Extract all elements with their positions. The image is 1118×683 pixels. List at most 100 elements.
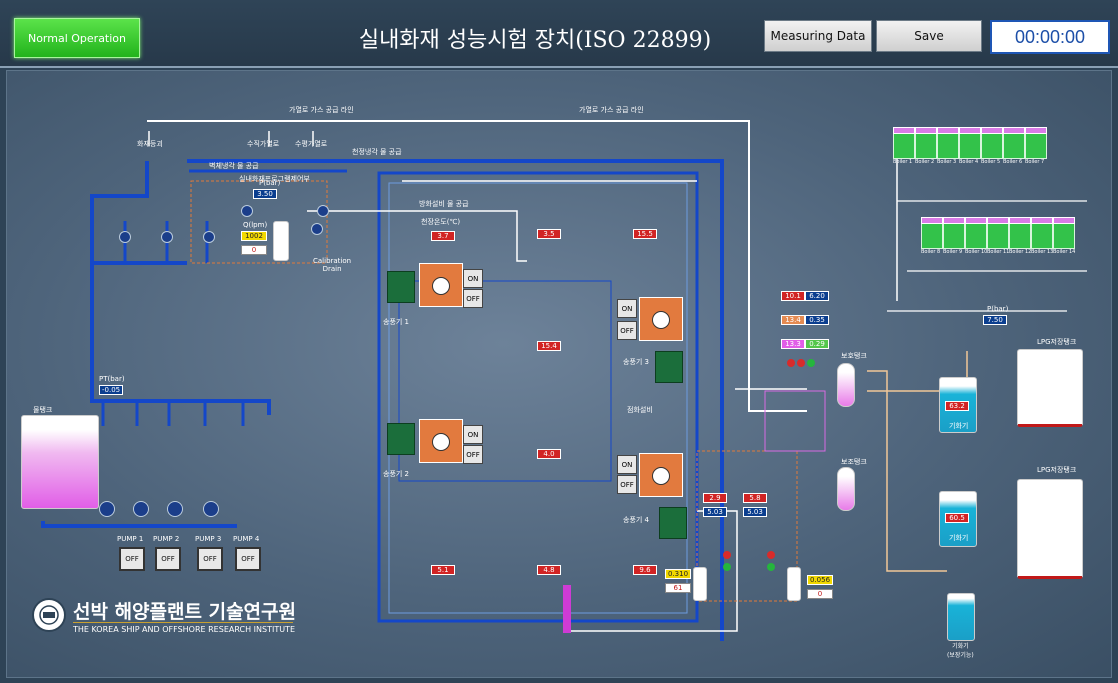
fan-4-icon bbox=[659, 507, 687, 539]
boiler-icon[interactable] bbox=[959, 127, 981, 159]
gas-pressure-2: 0.35 bbox=[805, 315, 829, 325]
boiler-icon[interactable] bbox=[1003, 127, 1025, 159]
gas-valve-red-1[interactable] bbox=[723, 551, 731, 559]
pump-4-toggle[interactable]: OFF bbox=[235, 547, 261, 571]
boiler-icon[interactable] bbox=[915, 127, 937, 159]
fan-3-off-button[interactable]: OFF bbox=[617, 321, 637, 340]
ev-valve-3[interactable] bbox=[317, 205, 329, 217]
fan-4-dial[interactable] bbox=[652, 467, 670, 485]
institute-name-en: THE KOREA SHIP AND OFFSHORE RESEARCH INS… bbox=[73, 625, 295, 634]
boiler-icon[interactable] bbox=[943, 217, 965, 249]
fan-3-dial[interactable] bbox=[652, 311, 670, 329]
gas-pressure-1: 6.20 bbox=[805, 291, 829, 301]
fan-3-icon bbox=[655, 351, 683, 383]
aux-tank-label: 보조탱크 bbox=[841, 458, 867, 466]
boiler-icon[interactable] bbox=[1025, 127, 1047, 159]
gas-valve-red-3[interactable] bbox=[787, 359, 795, 367]
institute-seal-logo bbox=[32, 598, 66, 632]
vaporizer-1-temp: 63.2 bbox=[945, 401, 969, 411]
ev-valve-1[interactable] bbox=[119, 231, 131, 243]
pump-1-toggle[interactable]: OFF bbox=[119, 547, 145, 571]
calibration-tank bbox=[273, 221, 289, 261]
elapsed-clock: 00:00:00 bbox=[990, 20, 1110, 54]
fan-1-icon bbox=[387, 271, 415, 303]
pump-3-toggle[interactable]: OFF bbox=[197, 547, 223, 571]
gas-valve-green-3[interactable] bbox=[807, 359, 815, 367]
vertical-furnace-label: 수직가열로 bbox=[247, 140, 280, 148]
temp-3-value: 15.5 bbox=[633, 229, 657, 239]
boiler-icon[interactable] bbox=[1031, 217, 1053, 249]
fan-4-on-button[interactable]: ON bbox=[617, 455, 637, 474]
temp-1-value: 3.7 bbox=[431, 231, 455, 241]
gas-valve-green-1[interactable] bbox=[723, 563, 731, 571]
boiler-icon[interactable] bbox=[921, 217, 943, 249]
fan-1-control-panel bbox=[419, 263, 463, 307]
boiler-icon[interactable] bbox=[1009, 217, 1031, 249]
aux-tank bbox=[837, 467, 855, 511]
boiler-icon[interactable] bbox=[987, 217, 1009, 249]
fan-2-control-panel bbox=[419, 419, 463, 463]
flow-right-tank bbox=[787, 567, 801, 601]
fan-2-on-button[interactable]: ON bbox=[463, 425, 483, 444]
flow-left-temp: 2.9 bbox=[703, 493, 727, 503]
fan-3-on-button[interactable]: ON bbox=[617, 299, 637, 318]
boiler-cap bbox=[1053, 217, 1075, 224]
temp-1-label: 천장온도(℃) bbox=[421, 218, 461, 226]
fan-2-off-button[interactable]: OFF bbox=[463, 445, 483, 464]
fan-1-on-button[interactable]: ON bbox=[463, 269, 483, 288]
ov-valve[interactable] bbox=[203, 231, 215, 243]
ev-valve-2[interactable] bbox=[161, 231, 173, 243]
fv-valve[interactable] bbox=[311, 223, 323, 235]
lpg-tank-2-label: LPG저장탱크 bbox=[1037, 466, 1077, 474]
boiler-label: Boiler 3 bbox=[937, 159, 957, 165]
boiler-label: Boiler 9 bbox=[943, 249, 963, 255]
save-button[interactable]: Save bbox=[876, 20, 982, 52]
ignition-label: 점화설비 bbox=[627, 406, 653, 414]
boiler-cap bbox=[893, 127, 915, 134]
pump-2-motor bbox=[133, 501, 149, 517]
p-bar-label: P(bar) bbox=[259, 179, 281, 187]
fan-4-off-button[interactable]: OFF bbox=[617, 475, 637, 494]
temp-2-value: 3.5 bbox=[537, 229, 561, 239]
calibration-drain-label: Calibration Drain bbox=[313, 257, 352, 273]
boiler-cap bbox=[981, 127, 1003, 134]
fan-2-label: 송풍기 2 bbox=[383, 470, 409, 478]
sv-valve-1[interactable] bbox=[241, 205, 253, 217]
boiler-icon[interactable] bbox=[981, 127, 1003, 159]
flow-left-pressure: 5.03 bbox=[703, 507, 727, 517]
gas-valve-red-4[interactable] bbox=[797, 359, 805, 367]
boiler-icon[interactable] bbox=[965, 217, 987, 249]
fan-2-dial[interactable] bbox=[432, 433, 450, 451]
pump-1-motor bbox=[99, 501, 115, 517]
protection-tank-label: 보호탱크 bbox=[841, 352, 867, 360]
fan-1-label: 송풍기 1 bbox=[383, 318, 409, 326]
gas-pressure-3: 0.29 bbox=[805, 339, 829, 349]
q-label: Q(lpm) bbox=[243, 221, 268, 229]
fan-1-dial[interactable] bbox=[432, 277, 450, 295]
gas-line-label-2: 가열로 가스 공급 라인 bbox=[579, 106, 644, 114]
pump-1-label: PUMP 1 bbox=[117, 535, 144, 543]
gas-line-label-1: 가열로 가스 공급 라인 bbox=[289, 106, 354, 114]
vaporizer-1-label: 기화기 bbox=[949, 422, 969, 430]
gas-valve-green-2[interactable] bbox=[767, 563, 775, 571]
fan-4-control-panel bbox=[639, 453, 683, 497]
boiler-icon[interactable] bbox=[893, 127, 915, 159]
measuring-data-button[interactable]: Measuring Data bbox=[764, 20, 872, 52]
boiler-icon[interactable] bbox=[937, 127, 959, 159]
gas-temp-3: 13.3 bbox=[781, 339, 805, 349]
pump-2-toggle[interactable]: OFF bbox=[155, 547, 181, 571]
pt-label: PT(bar) bbox=[99, 375, 125, 383]
boiler-cap bbox=[965, 217, 987, 224]
boiler-cap bbox=[1025, 127, 1047, 134]
boiler-cap bbox=[987, 217, 1009, 224]
boiler-label: Boiler 7 bbox=[1025, 159, 1045, 165]
pump-pressure-value: 7.50 bbox=[983, 315, 1007, 325]
boiler-label: Boiler 12 bbox=[1009, 249, 1032, 255]
fan-1-off-button[interactable]: OFF bbox=[463, 289, 483, 308]
temp-4-value: 15.4 bbox=[537, 341, 561, 351]
boiler-icon[interactable] bbox=[1053, 217, 1075, 249]
fan-2-icon bbox=[387, 423, 415, 455]
pump-3-motor bbox=[167, 501, 183, 517]
gas-valve-red-2[interactable] bbox=[767, 551, 775, 559]
boiler-cap bbox=[1009, 217, 1031, 224]
